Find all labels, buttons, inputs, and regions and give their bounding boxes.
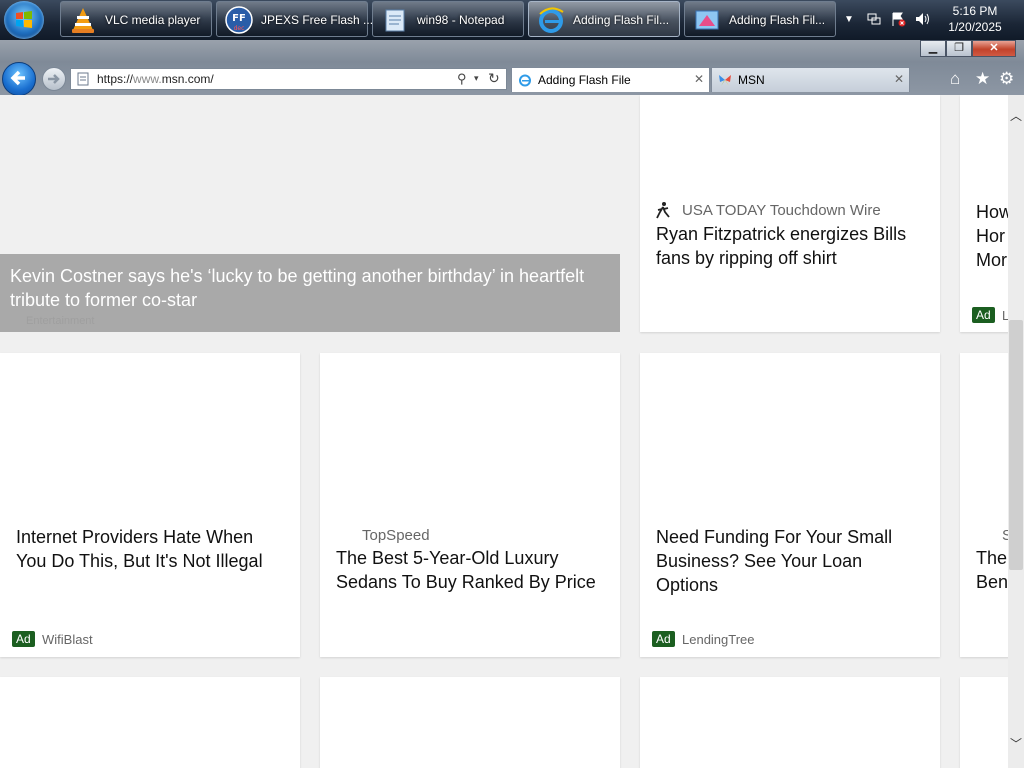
tab-close-icon[interactable]: ✕ <box>694 72 704 86</box>
url-domain: msn.com/ <box>161 72 214 86</box>
refresh-icon[interactable]: ↻ <box>488 70 500 87</box>
usa-today-runner-icon <box>656 202 670 219</box>
taskbar-button-vlc[interactable]: VLC media player <box>60 1 212 37</box>
back-arrow-icon <box>10 70 25 86</box>
browser-chrome: ▁ ❐ ✕ https://www.msn.com/ ⚲ ▾ ↻ Adding … <box>0 40 1024 96</box>
news-card-row3[interactable] <box>320 677 620 768</box>
ad-badge: Ad <box>972 307 995 323</box>
address-bar[interactable]: https://www.msn.com/ ⚲ ▾ ↻ <box>70 68 507 90</box>
taskbar-button-label: Adding Flash Fil... <box>573 13 670 27</box>
tab-label: MSN <box>738 73 765 87</box>
tab-close-icon[interactable]: ✕ <box>894 72 904 86</box>
taskbar-button-ie-paint[interactable]: Adding Flash Fil... <box>684 1 836 37</box>
url-subdomain: www. <box>133 72 162 86</box>
search-icon[interactable]: ⚲ <box>457 71 467 87</box>
card-title[interactable]: Internet Providers Hate When You Do This… <box>16 525 286 573</box>
scroll-down-arrow-icon[interactable]: ﹀ <box>1010 735 1022 752</box>
close-button[interactable]: ✕ <box>972 40 1016 57</box>
ie-icon <box>519 74 531 87</box>
taskbar-button-label: JPEXS Free Flash ... <box>261 13 374 27</box>
address-url[interactable]: https://www.msn.com/ <box>97 72 214 86</box>
news-card-row3[interactable] <box>960 677 1008 768</box>
ad-card-lendingtree[interactable]: Need Funding For Your Small Business? Se… <box>640 353 940 657</box>
advertiser-name: WifiBlast <box>42 632 93 647</box>
card-title-line: Ben <box>976 572 1008 592</box>
taskbar-button-label: win98 - Notepad <box>417 13 505 27</box>
home-icon[interactable]: ⌂ <box>950 69 960 89</box>
forward-button[interactable] <box>42 67 66 91</box>
news-card-row3[interactable] <box>0 677 300 768</box>
tray-expand-icon[interactable]: ▼ <box>844 14 854 25</box>
ad-badge: Ad <box>652 631 675 647</box>
card-title-line: The <box>976 548 1008 568</box>
news-card-topspeed[interactable]: TopSpeed The Best 5-Year-Old Luxury Seda… <box>320 353 620 657</box>
vlc-icon <box>72 8 94 33</box>
favorites-star-icon[interactable]: ★ <box>975 69 990 89</box>
notepad-icon <box>385 9 405 32</box>
start-button[interactable] <box>4 1 44 39</box>
card-title[interactable]: The Best 5-Year-Old Luxury Sedans To Buy… <box>336 546 606 594</box>
action-center-flag-icon[interactable] <box>890 11 906 27</box>
system-clock[interactable]: 5:16 PM 1/20/2025 <box>940 3 1010 35</box>
settings-gear-icon[interactable]: ⚙ <box>999 69 1014 89</box>
msn-feed: Kevin Costner says he's ‘lucky to be get… <box>0 95 1008 768</box>
news-card-fitzpatrick[interactable]: USA TODAY Touchdown Wire Ryan Fitzpatric… <box>640 95 940 332</box>
minimize-button[interactable]: ▁ <box>920 40 946 57</box>
taskbar-button-label: Adding Flash Fil... <box>729 13 826 27</box>
forward-arrow-icon <box>48 74 60 84</box>
back-button[interactable] <box>2 62 36 96</box>
taskbar-button-notepad[interactable]: win98 - Notepad <box>372 1 524 37</box>
featured-story-caption[interactable]: Kevin Costner says he's ‘lucky to be get… <box>0 254 620 332</box>
network-icon[interactable] <box>866 11 882 27</box>
taskbar-button-ffdec[interactable]: FF dec JPEXS Free Flash ... <box>216 1 373 37</box>
news-card-row3[interactable] <box>640 677 940 768</box>
ie-paint-icon <box>695 10 719 30</box>
dropdown-arrow-icon[interactable]: ▾ <box>474 73 479 84</box>
card-source: TopSpeed <box>362 527 430 544</box>
volume-icon[interactable] <box>914 11 930 27</box>
tab-adding-flash-file[interactable]: Adding Flash File ✕ <box>511 67 710 92</box>
taskbar-button-ie-adding-flash[interactable]: Adding Flash Fil... <box>528 1 680 37</box>
news-card-edge-row2[interactable]: S The Ben <box>960 353 1008 657</box>
restore-button[interactable]: ❐ <box>946 40 972 57</box>
vertical-scrollbar[interactable]: ︿ ﹀ <box>1008 95 1024 768</box>
url-scheme: https:// <box>97 72 134 86</box>
featured-story-title[interactable]: Kevin Costner says he's ‘lucky to be get… <box>10 264 615 312</box>
tab-label: Adding Flash File <box>538 73 631 87</box>
ie-icon <box>539 7 564 33</box>
tab-msn[interactable]: MSN ✕ <box>711 67 910 92</box>
news-card-edge-top[interactable]: How Hor Mor Ad L <box>960 95 1008 332</box>
ad-badge: Ad <box>12 631 35 647</box>
clock-time: 5:16 PM <box>952 4 998 18</box>
clock-date: 1/20/2025 <box>948 20 1002 34</box>
svg-text:dec: dec <box>234 25 245 32</box>
page-icon <box>77 72 89 86</box>
msn-butterfly-icon <box>719 75 731 86</box>
taskbar: VLC media player FF dec JPEXS Free Flash… <box>0 0 1024 41</box>
taskbar-button-label: VLC media player <box>105 13 201 27</box>
ffdec-icon: FF dec <box>225 6 253 34</box>
card-source: USA TODAY Touchdown Wire <box>682 202 881 219</box>
card-title-line: Hor <box>976 226 1006 246</box>
window-controls: ▁ ❐ ✕ <box>920 40 1016 58</box>
card-title-line: Mor <box>976 250 1007 270</box>
svg-text:FF: FF <box>232 13 246 24</box>
windows-logo-icon <box>16 11 32 28</box>
scrollbar-thumb[interactable] <box>1009 320 1023 570</box>
card-title[interactable]: Need Funding For Your Small Business? Se… <box>656 525 926 597</box>
scroll-up-arrow-icon[interactable]: ︿ <box>1010 107 1022 124</box>
ad-card-wifiblast[interactable]: Internet Providers Hate When You Do This… <box>0 353 300 657</box>
advertiser-name: LendingTree <box>682 632 755 647</box>
card-title[interactable]: Ryan Fitzpatrick energizes Bills fans by… <box>656 222 926 270</box>
card-title-line: How <box>976 202 1008 222</box>
featured-story-source: Entertainment <box>26 315 95 327</box>
